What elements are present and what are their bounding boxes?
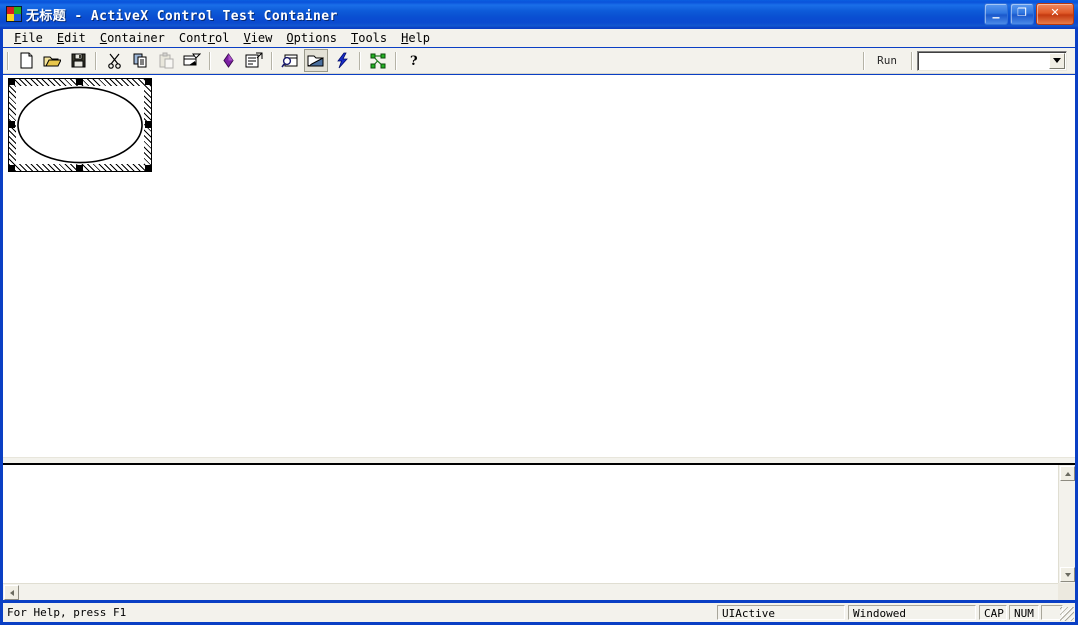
menu-options-mnemonic: O (286, 31, 294, 45)
run-combo-box[interactable] (917, 50, 1067, 71)
cut-scissors-icon (107, 53, 121, 69)
toolbar-separator (271, 51, 273, 70)
arrow-down-icon (1064, 572, 1071, 577)
property-pages-icon (245, 52, 263, 68)
maximize-button[interactable]: ❐ (1010, 3, 1034, 25)
ellipse-icon (16, 86, 144, 164)
menu-edit-mnemonic: E (56, 31, 65, 45)
resize-handle-s[interactable] (76, 165, 83, 172)
cut-button[interactable] (102, 49, 126, 72)
open-button[interactable] (40, 49, 64, 72)
logging-graph-icon (370, 53, 386, 69)
window-controls: _ ❐ ✕ (984, 3, 1074, 25)
minimize-icon: _ (992, 3, 1000, 19)
properties-diamond-icon (222, 53, 234, 68)
help-question-icon: ? (410, 54, 418, 69)
logging-button[interactable] (366, 49, 390, 72)
status-pane-caps-lock: CAP (979, 605, 1007, 620)
activex-ellipse-control[interactable] (8, 78, 152, 172)
save-floppy-icon (71, 53, 85, 68)
menu-item-file[interactable]: File (7, 30, 50, 46)
status-help-text: For Help, press F1 (7, 606, 127, 619)
menu-item-container[interactable]: Container (93, 30, 172, 46)
run-label: Run (877, 54, 897, 67)
container-client-area[interactable] (3, 75, 1075, 457)
resize-handle-e[interactable] (145, 121, 152, 128)
resize-handle-n[interactable] (76, 78, 83, 85)
menu-item-help[interactable]: Help (394, 30, 437, 46)
open-folder-icon (43, 56, 61, 67)
app-window: 无标题 - ActiveX Control Test Container _ ❐… (0, 0, 1078, 625)
resize-handle-ne[interactable] (145, 78, 152, 85)
scroll-left-button[interactable] (4, 585, 19, 600)
resize-handle-w[interactable] (8, 121, 15, 128)
save-button[interactable] (66, 49, 90, 72)
menu-item-view[interactable]: View (236, 30, 279, 46)
resize-handle-nw[interactable] (8, 78, 15, 85)
open-container-icon (307, 55, 324, 67)
resize-handle-se[interactable] (145, 165, 152, 172)
title-bar[interactable]: 无标题 - ActiveX Control Test Container _ ❐… (0, 0, 1078, 28)
resize-handle-sw[interactable] (8, 165, 15, 172)
scroll-down-button[interactable] (1060, 567, 1075, 582)
log-vertical-scrollbar[interactable] (1058, 465, 1075, 583)
activex-control-surface[interactable] (16, 86, 144, 164)
properties-button[interactable] (216, 49, 240, 72)
new-icon (20, 52, 32, 69)
view-control-icon (281, 54, 298, 68)
status-pane-num-lock: NUM (1009, 605, 1039, 620)
menu-tools-mnemonic: T (350, 31, 359, 45)
toolbar-separator (911, 51, 913, 70)
log-horizontal-scrollbar[interactable] (3, 583, 1058, 600)
menu-item-control[interactable]: Control (172, 30, 237, 46)
toolbar-separator (863, 51, 866, 70)
paste-button[interactable] (154, 49, 178, 72)
minimize-button[interactable]: _ (984, 3, 1008, 25)
menu-container-mnemonic: C (99, 31, 108, 45)
menu-item-options[interactable]: Options (279, 30, 344, 46)
toolbar-separator (209, 51, 211, 70)
chevron-down-icon[interactable] (1049, 52, 1065, 69)
property-pages-button[interactable] (242, 49, 266, 72)
toolbar-separator (395, 51, 397, 70)
menu-help-mnemonic: H (401, 31, 409, 45)
toolbar-separator (7, 51, 9, 70)
toolbar: ? Run (3, 48, 1075, 74)
event-log-pane[interactable] (3, 463, 1075, 600)
status-pane-windowed: Windowed (848, 605, 976, 620)
help-button[interactable]: ? (402, 49, 426, 72)
status-bar: For Help, press F1 UIActive Windowed CAP… (3, 603, 1075, 622)
view-control-button[interactable] (278, 49, 302, 72)
close-button[interactable]: ✕ (1036, 3, 1074, 25)
window-title: 无标题 - ActiveX Control Test Container (26, 8, 338, 24)
resize-grip-icon[interactable] (1060, 607, 1074, 621)
toolbar-separator (359, 51, 361, 70)
invoke-methods-button[interactable] (330, 49, 354, 72)
insert-control-button[interactable] (180, 49, 204, 72)
menu-view-mnemonic: V (243, 31, 251, 45)
open-container-button[interactable] (304, 49, 328, 72)
arrow-up-icon (1064, 471, 1071, 476)
scroll-up-button[interactable] (1060, 466, 1075, 481)
menu-control-mnemonic: r (207, 31, 216, 45)
copy-pages-icon (133, 53, 146, 68)
menu-file-mnemonic: F (14, 31, 22, 45)
status-pane-ui-active: UIActive (717, 605, 845, 620)
new-button[interactable] (14, 49, 38, 72)
scrollbar-corner (1058, 583, 1075, 600)
maximize-icon: ❐ (1017, 6, 1027, 19)
insert-control-icon (183, 53, 201, 66)
paste-clipboard-icon (159, 52, 173, 69)
svg-text:?: ? (410, 54, 418, 69)
copy-button[interactable] (128, 49, 152, 72)
arrow-left-icon (9, 589, 14, 596)
close-icon: ✕ (1050, 6, 1060, 19)
invoke-methods-icon (336, 52, 348, 69)
menu-item-edit[interactable]: Edit (50, 30, 93, 46)
toolbar-separator (95, 51, 97, 70)
activex-app-icon[interactable] (6, 6, 22, 22)
menu-bar: File Edit Container Control View Options… (3, 29, 1075, 47)
menu-item-tools[interactable]: Tools (344, 30, 394, 46)
